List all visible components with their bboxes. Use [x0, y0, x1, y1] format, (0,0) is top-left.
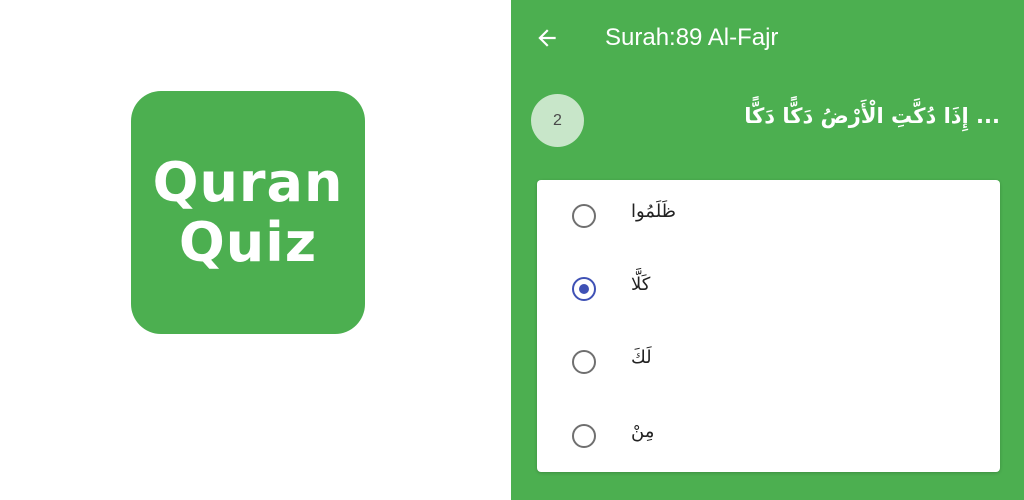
question-row: 2 ... إِذَا دُكَّتِ الْأَرْضُ دَكًّا دَك… [511, 94, 1024, 150]
app-bar: Surah:89 Al-Fajr [511, 0, 1024, 78]
back-button[interactable] [531, 22, 563, 54]
radio-button[interactable] [572, 350, 596, 374]
app-logo: Quran Quiz [131, 91, 365, 334]
radio-button[interactable] [572, 424, 596, 448]
logo-line-1: Quran [152, 150, 344, 214]
question-text: ... إِذَا دُكَّتِ الْأَرْضُ دَكًّا دَكًّ… [744, 104, 1000, 128]
arrow-left-icon [538, 29, 556, 47]
option-label: مِنْ [631, 421, 655, 442]
phone-screen: Surah:89 Al-Fajr 2 ... إِذَا دُكَّتِ الْ… [511, 0, 1024, 500]
option-label: ظَلَمُوا [631, 201, 676, 222]
screenshot: Quran Quiz Surah:89 Al-Fajr 2 ... إِذَا … [0, 0, 1024, 500]
radio-dot [579, 284, 589, 294]
radio-button[interactable] [572, 204, 596, 228]
page-title: Surah:89 Al-Fajr [605, 24, 779, 51]
question-number-badge: 2 [531, 94, 584, 147]
option-item[interactable]: مِنْ [537, 406, 1000, 466]
radio-button-selected[interactable] [572, 277, 596, 301]
option-item[interactable]: لَكَ [537, 332, 1000, 392]
option-label: كَلَّا [631, 274, 651, 295]
option-item[interactable]: كَلَّا [537, 259, 1000, 319]
option-item[interactable]: ظَلَمُوا [537, 186, 1000, 246]
logo-line-2: Quiz [178, 210, 318, 274]
option-label: لَكَ [631, 347, 652, 368]
options-card: ظَلَمُوا كَلَّا لَكَ مِنْ [537, 180, 1000, 472]
